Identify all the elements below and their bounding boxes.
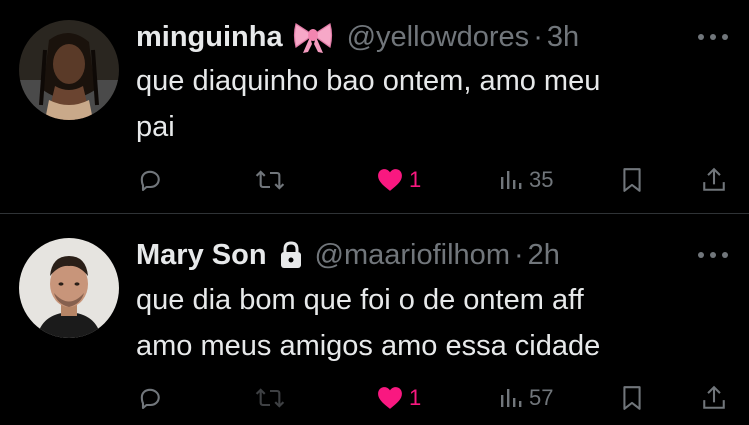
share-icon (703, 385, 725, 409)
user-handle[interactable]: @yellowdores (347, 17, 530, 57)
like-count: 1 (409, 385, 422, 410)
tweet-card[interactable]: Mary Son @maariofilhom · 2h que dia bom … (0, 215, 749, 425)
retweet-button[interactable] (254, 378, 286, 418)
bookmark-button[interactable] (621, 378, 643, 418)
tweet-card[interactable]: minguinha @yellowdores · 3h que diaquinh… (0, 0, 749, 213)
views-button[interactable]: 35 (499, 160, 553, 200)
separator-dot: · (513, 239, 524, 271)
separator-dot: · (533, 21, 543, 53)
views-count: 35 (529, 167, 554, 192)
tweet-text: que diaquinho bao ontem, amo meu pai (136, 58, 716, 150)
action-bar: 1 57 (0, 378, 749, 418)
like-button[interactable]: 1 (377, 160, 421, 200)
ribbon-bow-emoji-icon (293, 20, 333, 54)
lock-icon (279, 241, 303, 269)
share-button[interactable] (702, 160, 726, 200)
tweet-text: que dia bom que foi o de ontem aff amo m… (136, 277, 716, 369)
reply-icon (140, 388, 160, 409)
views-chart-icon (501, 389, 522, 407)
action-bar: 1 35 (0, 160, 749, 200)
reply-button[interactable] (136, 378, 164, 418)
share-button[interactable] (702, 378, 726, 418)
user-handle[interactable]: @maariofilhom (315, 235, 510, 275)
bookmark-icon (623, 168, 641, 192)
heart-filled-icon (378, 169, 402, 191)
tweet-header: minguinha @yellowdores · 3h (136, 17, 579, 57)
tweet-text-line: que dia bom que foi o de ontem aff (136, 284, 584, 316)
tweet-header: Mary Son @maariofilhom · 2h (136, 235, 560, 275)
reply-button[interactable] (136, 160, 164, 200)
avatar[interactable] (19, 238, 119, 338)
tweet-text-line: que diaquinho bao ontem, amo meu (136, 65, 601, 97)
tweet-divider (0, 213, 749, 214)
heart-filled-icon (378, 387, 402, 409)
timestamp[interactable]: 3h (547, 17, 579, 57)
views-button[interactable]: 57 (499, 378, 553, 418)
retweet-icon (255, 170, 285, 190)
tweet-text-line: amo meus amigos amo essa cidade (136, 330, 601, 362)
retweet-button[interactable] (254, 160, 286, 200)
display-name[interactable]: minguinha (136, 17, 283, 57)
more-options-icon[interactable] (693, 27, 733, 47)
bookmark-icon (623, 386, 641, 410)
views-count: 57 (529, 385, 554, 410)
avatar[interactable] (19, 20, 119, 120)
like-button[interactable]: 1 (377, 378, 421, 418)
display-name[interactable]: Mary Son (136, 235, 267, 275)
timestamp[interactable]: 2h (528, 235, 560, 275)
like-count: 1 (409, 167, 422, 192)
reply-icon (140, 170, 160, 191)
tweet-text-line: pai (136, 111, 175, 143)
share-icon (703, 167, 725, 191)
bookmark-button[interactable] (621, 160, 643, 200)
retweet-icon (255, 388, 285, 408)
more-options-icon[interactable] (693, 245, 733, 265)
views-chart-icon (501, 171, 522, 189)
